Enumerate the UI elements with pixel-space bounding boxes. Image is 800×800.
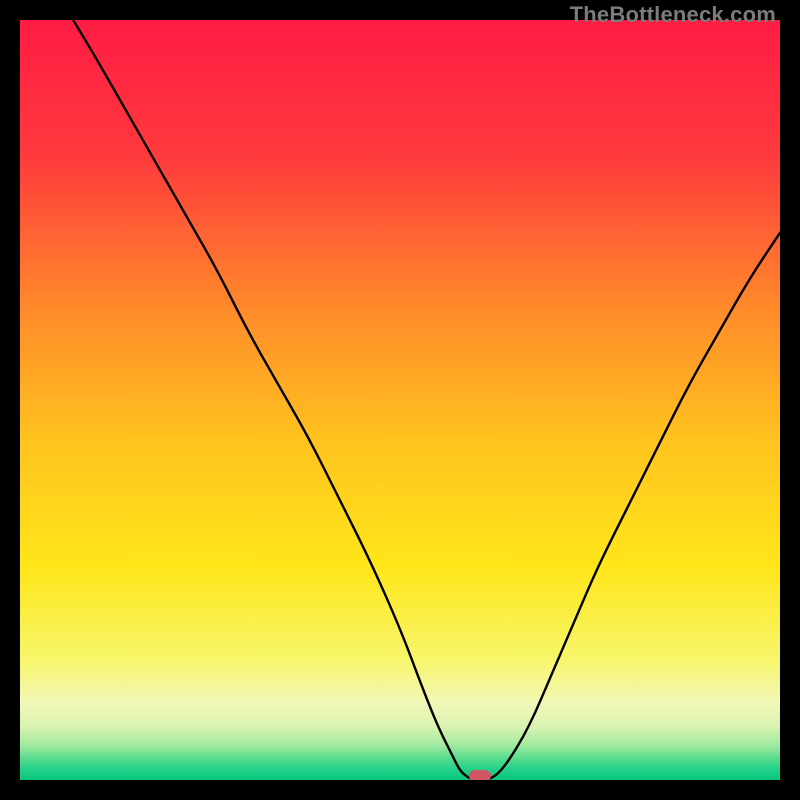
optimal-marker: [469, 770, 491, 780]
chart-frame: TheBottleneck.com: [0, 0, 800, 800]
plot-area: [20, 20, 780, 780]
bottleneck-curve: [20, 20, 780, 780]
watermark-text: TheBottleneck.com: [570, 2, 776, 28]
